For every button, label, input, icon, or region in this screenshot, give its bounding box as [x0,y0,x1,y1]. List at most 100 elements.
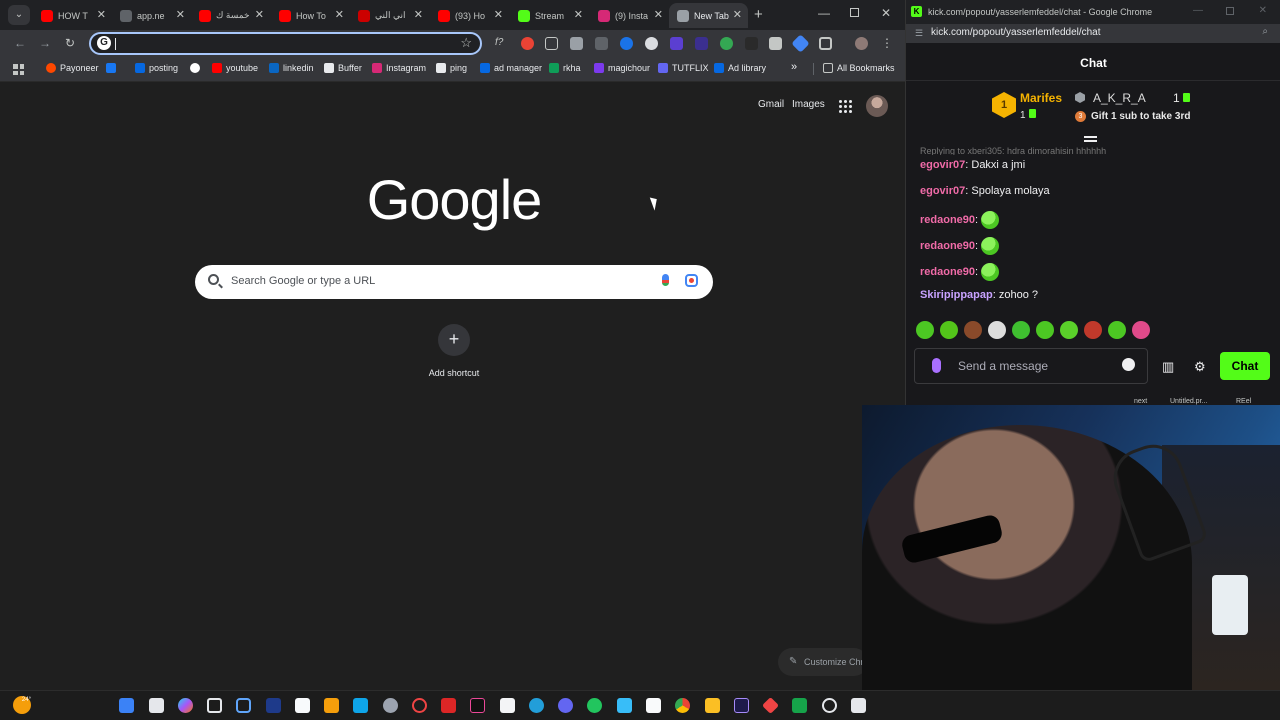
image-extension-icon[interactable] [545,37,558,50]
tab-3[interactable]: خمسة ك ✕ [191,3,270,28]
chat-input[interactable]: Send a message [914,348,1148,384]
store-icon[interactable]: ▥ [1162,359,1174,375]
square-extension-icon[interactable] [769,37,782,50]
minimize-button[interactable]: — [818,6,830,20]
google-apps-icon[interactable] [839,100,852,113]
emote-5-icon[interactable] [1012,321,1030,339]
back-button[interactable]: ← [13,36,27,50]
emote-6-icon[interactable] [1036,321,1054,339]
emoji-picker-icon[interactable] [1122,358,1135,371]
images-link[interactable]: Images [792,99,825,110]
chat-username[interactable]: egovir07 [920,185,965,197]
tab-close-icon[interactable]: ✕ [574,8,583,21]
app-last-icon[interactable] [851,698,866,713]
reload-button[interactable]: ↻ [63,36,77,50]
grid-extension-icon[interactable] [595,37,608,50]
bookmark-magichour[interactable]: magichour [594,63,650,73]
notepad-icon[interactable] [295,698,310,713]
outlook-icon[interactable] [353,698,368,713]
file-explorer-icon[interactable] [705,698,720,713]
tab-4[interactable]: How To ✕ [271,3,350,28]
bookmark-payoneer[interactable]: Payoneer [46,63,99,73]
store-icon[interactable] [324,698,339,713]
nvidia-icon[interactable] [792,698,807,713]
bookmark-buffer[interactable]: Buffer [324,63,362,73]
tab-close-icon[interactable]: ✕ [733,8,742,21]
chat-username[interactable]: redaone90 [920,214,975,226]
bookmark-youtube[interactable]: youtube [212,63,258,73]
tab-7[interactable]: Stream ✕ [510,3,589,28]
emote-9-icon[interactable] [1108,321,1126,339]
windows-start-icon[interactable] [119,698,134,713]
white-extension-icon[interactable] [645,37,658,50]
close-window-button[interactable]: ✕ [881,6,891,20]
tiktok-icon[interactable] [470,698,485,713]
maximize-button[interactable] [850,8,859,17]
account-avatar[interactable] [866,95,888,117]
apps-grid-icon[interactable] [13,64,24,75]
bookmark-facebook[interactable] [106,63,120,73]
tab-9[interactable]: New Tab ✕ [669,3,748,28]
app-dark-blue-icon[interactable] [266,698,281,713]
tab-close-icon[interactable]: ✕ [654,8,663,21]
emote-4-icon[interactable] [988,321,1006,339]
emote-2-icon[interactable] [940,321,958,339]
tab-5[interactable]: اني الني ✕ [350,3,429,28]
settings-icon[interactable] [383,698,398,713]
address-bar[interactable]: G ☆ [89,32,482,55]
app-diamond-icon[interactable] [762,697,779,714]
bookmark-ping[interactable]: ping [436,63,467,73]
purple-extension-icon[interactable] [670,37,683,50]
camera-extension-icon[interactable] [570,37,583,50]
app-blue-icon[interactable] [236,698,251,713]
collapse-leaderboard-icon[interactable] [1084,136,1097,138]
chat-username[interactable]: redaone90 [920,240,975,252]
new-tab-button[interactable]: + [754,6,768,23]
copilot-icon[interactable] [178,698,193,713]
gmail-link[interactable]: Gmail [758,99,784,110]
task-view-icon[interactable] [149,698,164,713]
bookmark-posting[interactable]: posting [135,63,178,73]
blue-extension-icon[interactable] [620,37,633,50]
chat-send-button[interactable]: Chat [1220,352,1270,380]
emote-8-icon[interactable] [1084,321,1102,339]
bookmark-linkedin[interactable]: linkedin [269,63,314,73]
tab-close-icon[interactable]: ✕ [176,8,185,21]
bookmark-ad-library[interactable]: Ad library [714,63,766,73]
google-lens-icon[interactable] [685,274,698,287]
photos-icon[interactable] [617,698,632,713]
green-extension-icon[interactable] [720,37,733,50]
settings-gear-icon[interactable]: ⚙ [1194,359,1206,375]
zoom-icon[interactable]: ⌕ [1262,26,1268,37]
bookmarks-overflow-button[interactable]: » [791,61,797,73]
whatsapp-icon[interactable] [587,698,602,713]
more-menu-icon[interactable]: ⋮ [880,36,894,50]
bookmark-instagram[interactable]: Instagram [372,63,426,73]
hidden-extension-icon[interactable] [745,37,758,50]
app-white-icon[interactable] [500,698,515,713]
tab-8[interactable]: (9) Insta ✕ [590,3,669,28]
customize-chrome-button[interactable]: ✎ Customize Chrome [778,648,868,676]
emote-3-icon[interactable] [964,321,982,339]
google-search-box[interactable]: Search Google or type a URL [195,265,713,299]
extensions-puzzle-icon[interactable] [819,37,832,50]
gift-cta-text[interactable]: Gift 1 sub to take 3rd [1091,111,1190,122]
tab-close-icon[interactable]: ✕ [335,8,344,21]
site-info-icon[interactable]: ☰ [915,28,923,39]
bookmark-tutflix[interactable]: TUTFLIX [658,63,709,73]
dark-extension-icon[interactable] [695,37,708,50]
app-l-icon[interactable] [207,698,222,713]
all-bookmarks-button[interactable]: All Bookmarks [823,63,895,73]
tag-extension-icon[interactable] [791,34,810,53]
tab-6[interactable]: (93) Ho ✕ [430,3,509,28]
emote-7-icon[interactable] [1060,321,1078,339]
chat-username[interactable]: egovir07 [920,159,965,171]
premiere-pro-icon[interactable] [734,698,749,713]
emote-1-icon[interactable] [916,321,934,339]
app-red-icon[interactable] [441,698,456,713]
kick-minimize-button[interactable]: — [1193,5,1203,16]
telegram-icon[interactable] [529,698,544,713]
tab-1[interactable]: HOW T ✕ [33,3,112,28]
tab-2[interactable]: app.ne ✕ [112,3,191,28]
bookmark-rkha[interactable]: rkha [549,63,581,73]
